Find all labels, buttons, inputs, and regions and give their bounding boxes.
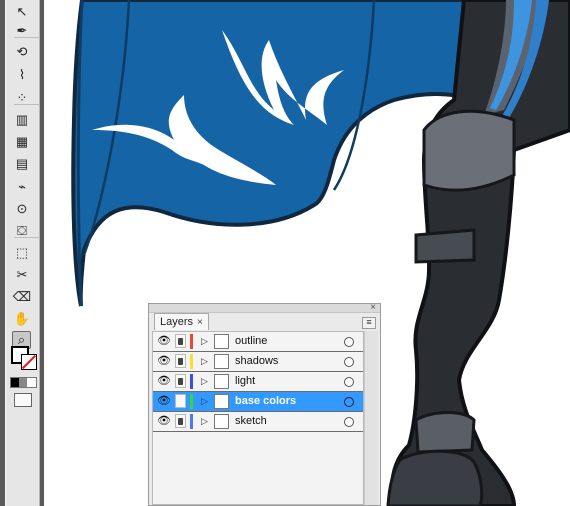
layer-color-indicator	[190, 354, 193, 369]
rotate-tool-icon: ⟲	[16, 43, 28, 59]
layer-thumbnail	[214, 414, 229, 429]
slice-tool-icon: ✂	[16, 266, 28, 282]
lock-toggle[interactable]	[175, 354, 186, 368]
hand-tool-icon: ✋	[13, 310, 31, 326]
layer-name: shadows	[235, 355, 279, 367]
eraser-tool-icon: ⌫	[12, 288, 32, 304]
tools-panel-body: ↖ ✒ ⟲ ⌇ ⁘ ▥ ▦ ▤ ⌁ ⊙ ⛋ ⬚ ✂ ⌫ ✋ ⌕	[5, 0, 40, 506]
selection-tool-icon: ↖	[16, 3, 28, 19]
visibility-eye-icon[interactable]: 👁	[157, 415, 171, 428]
blend-tool-icon: ⊙	[16, 200, 28, 216]
layer-row[interactable]: 👁 ▷ sketch	[153, 412, 363, 432]
expand-triangle-icon[interactable]: ▷	[201, 396, 208, 407]
toolbar-divider	[14, 237, 40, 238]
visibility-eye-icon[interactable]: 👁	[157, 395, 171, 408]
target-circle-icon[interactable]	[344, 357, 354, 367]
layer-color-indicator	[190, 334, 193, 349]
expand-triangle-icon[interactable]: ▷	[201, 376, 208, 387]
lock-icon	[178, 378, 183, 385]
lock-toggle[interactable]	[175, 334, 186, 348]
layer-thumbnail	[214, 354, 229, 369]
layers-panel: × Layers × ≡ 👁 ▷ outline 👁 ▷ shadows 👁 ▷ light 👁 ▷…	[148, 303, 381, 506]
rotate-tool-button[interactable]: ⟲	[12, 42, 32, 61]
hand-tool-button[interactable]: ✋	[12, 309, 32, 328]
eyedropper-button[interactable]: ⌁	[12, 177, 32, 196]
eyedropper-icon: ⌁	[18, 178, 26, 194]
lock-toggle[interactable]	[175, 394, 186, 408]
layer-list: 👁 ▷ outline 👁 ▷ shadows 👁 ▷ light 👁 ▷ base colors 👁 ▷…	[152, 331, 364, 505]
layer-name: sketch	[235, 415, 267, 427]
blend-tool-button[interactable]: ⊙	[12, 199, 32, 218]
layer-name: base colors	[235, 395, 297, 407]
layer-thumbnail	[214, 334, 229, 349]
lock-icon	[178, 338, 183, 345]
selection-tool-button[interactable]: ↖	[12, 2, 32, 21]
target-circle-icon[interactable]	[344, 337, 354, 347]
warp-tool-icon: ⌇	[18, 66, 26, 82]
panel-close-icon[interactable]: ×	[370, 303, 376, 313]
layer-row[interactable]: 👁 ▷ outline	[153, 332, 363, 352]
tab-layers[interactable]: Layers ×	[154, 313, 209, 330]
layer-list-scrollbar[interactable]	[364, 331, 378, 505]
lock-toggle[interactable]	[175, 414, 186, 428]
toolbar-divider	[14, 37, 40, 38]
expand-triangle-icon[interactable]: ▷	[201, 416, 208, 427]
mesh-tool-button[interactable]: ▦	[12, 132, 32, 151]
target-circle-icon[interactable]	[344, 377, 354, 387]
layer-name: light	[235, 375, 256, 387]
layer-thumbnail	[214, 374, 229, 389]
screen-mode-button[interactable]	[14, 393, 32, 407]
layer-row[interactable]: 👁 ▷ shadows	[153, 352, 363, 372]
graph-tool-icon: ▥	[15, 111, 29, 127]
target-circle-icon[interactable]	[344, 397, 354, 407]
gradient-tool-button[interactable]: ▤	[12, 154, 32, 173]
none-slash-icon	[21, 354, 37, 370]
expand-triangle-icon[interactable]: ▷	[201, 356, 208, 367]
tab-layers-label: Layers	[160, 315, 194, 328]
mesh-tool-icon: ▦	[15, 133, 29, 149]
panel-menu-button[interactable]: ≡	[362, 317, 376, 329]
target-circle-icon[interactable]	[344, 417, 354, 427]
layer-thumbnail	[214, 394, 229, 409]
live-paint-selection-icon: ⬚	[15, 244, 29, 260]
slice-tool-button[interactable]: ✂	[12, 265, 32, 284]
gradient-tool-icon: ▤	[15, 155, 29, 171]
lock-toggle[interactable]	[175, 374, 186, 388]
visibility-eye-icon[interactable]: 👁	[157, 375, 171, 388]
layer-row[interactable]: 👁 ▷ light	[153, 372, 363, 392]
visibility-eye-icon[interactable]: 👁	[157, 355, 171, 368]
live-paint-selection-button[interactable]: ⬚	[12, 243, 32, 262]
layer-color-indicator	[190, 414, 193, 429]
layers-panel-titlebar[interactable]: ×	[149, 303, 380, 313]
tab-close-icon[interactable]: ×	[197, 314, 203, 331]
warp-tool-button[interactable]: ⌇	[12, 65, 32, 84]
layer-name: outline	[235, 335, 268, 347]
toolbar-divider	[14, 104, 40, 105]
layer-color-indicator	[190, 394, 193, 409]
visibility-eye-icon[interactable]: 👁	[157, 335, 171, 348]
graph-tool-button[interactable]: ▥	[12, 110, 32, 129]
eraser-tool-button[interactable]: ⌫	[12, 287, 32, 306]
layer-row[interactable]: 👁 ▷ base colors	[153, 392, 363, 412]
color-mode-buttons[interactable]	[10, 377, 37, 388]
tools-panel: ↖ ✒ ⟲ ⌇ ⁘ ▥ ▦ ▤ ⌁ ⊙ ⛋ ⬚ ✂ ⌫ ✋ ⌕	[0, 0, 44, 506]
stroke-swatch[interactable]	[21, 354, 37, 370]
lock-icon	[178, 418, 183, 425]
layer-color-indicator	[190, 374, 193, 389]
expand-triangle-icon[interactable]: ▷	[201, 336, 208, 347]
lock-icon	[178, 358, 183, 365]
